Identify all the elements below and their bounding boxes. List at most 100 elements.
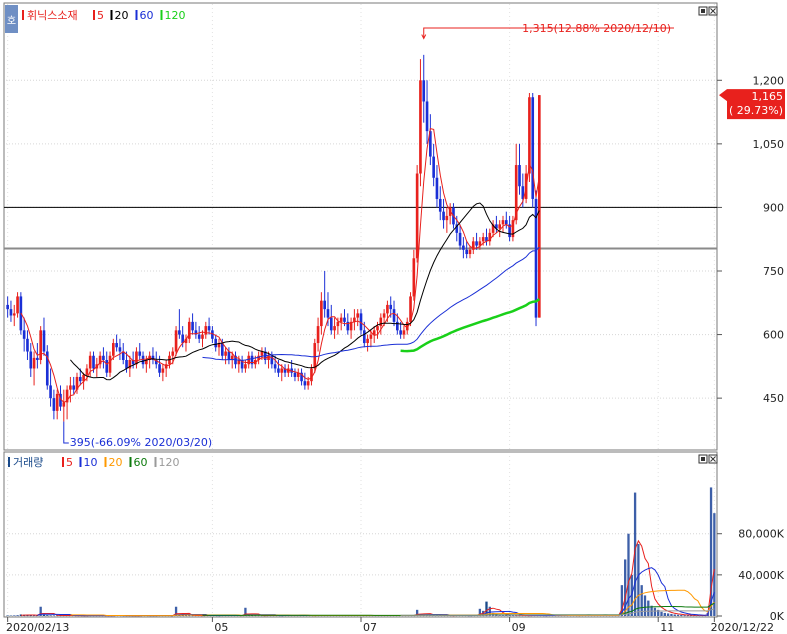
legend-item: 120	[159, 456, 180, 469]
candle-body	[118, 347, 122, 352]
volume-bar	[6, 615, 9, 616]
candle-body	[6, 304, 9, 310]
candle-body	[498, 224, 502, 229]
price-tick-label: 600	[763, 329, 784, 342]
legend-marker	[160, 10, 163, 20]
volume-bar	[16, 615, 19, 616]
candle-body	[379, 317, 383, 327]
price-tick-label: 1,200	[753, 74, 785, 87]
candle-body	[481, 237, 485, 242]
legend-item: 5	[66, 456, 73, 469]
candle-body	[39, 330, 42, 360]
candle-body	[69, 385, 72, 390]
candle-body	[174, 330, 178, 352]
volume-bar	[42, 614, 46, 616]
candle-body	[415, 173, 419, 259]
candle-body	[392, 309, 396, 322]
candle-body	[518, 165, 521, 187]
minimize-icon	[701, 9, 705, 13]
price-tick-label: 750	[763, 265, 784, 278]
volume-bar	[660, 611, 663, 616]
legend-item: 60	[140, 9, 154, 22]
candle-body	[323, 300, 326, 310]
date-tick-label: 07	[363, 621, 377, 634]
candle-body	[531, 97, 535, 199]
candle-body	[78, 376, 82, 382]
legend-marker	[104, 457, 107, 467]
candle-body	[227, 351, 231, 360]
legend-item: 60	[134, 456, 148, 469]
price-panel-frame	[3, 2, 718, 451]
volume-bar	[666, 613, 670, 616]
candle-body	[62, 402, 66, 407]
candle-body	[336, 321, 340, 327]
candle-body	[293, 372, 297, 377]
candle-body	[432, 156, 435, 178]
low-annotation: 395(-66.09% 2020/03/20)	[70, 436, 212, 449]
candle-body	[105, 360, 109, 373]
candle-body	[313, 343, 317, 369]
legend-marker	[22, 10, 24, 20]
candle-body	[197, 334, 201, 339]
volume-bar	[637, 544, 640, 616]
candle-body	[425, 101, 429, 132]
volume-bar	[680, 614, 683, 616]
candle-body	[356, 313, 360, 318]
candle-body	[475, 241, 478, 246]
candle-body	[161, 368, 165, 373]
candle-body	[135, 351, 138, 365]
volume-bar	[673, 614, 676, 616]
volume-bar	[683, 615, 686, 616]
current-price-pointer	[719, 89, 727, 102]
stock-chart: 1,2001,05090075060045080,000K40,000K0K20…	[3, 2, 785, 634]
candle-body	[389, 304, 393, 310]
candle-body	[207, 326, 211, 331]
legend-marker	[110, 10, 113, 20]
date-tick-label: 2020/02/13	[6, 621, 69, 634]
candle-body	[280, 368, 284, 373]
candle-body	[92, 355, 95, 369]
badge-label: 호	[7, 15, 16, 27]
price-tick-label: 1,050	[753, 138, 785, 151]
candle-body	[112, 343, 115, 356]
candle-body	[528, 97, 531, 174]
candle-body	[362, 330, 366, 344]
legend-item: 10	[84, 456, 98, 469]
candle-body	[42, 330, 46, 352]
volume-tick-label: 40,000K	[738, 569, 784, 582]
legend-title: 휘닉스소재	[27, 9, 78, 22]
legend-item: 120	[165, 9, 186, 22]
candle-body	[85, 368, 89, 375]
candle-body	[72, 385, 76, 390]
candle-body	[343, 317, 346, 322]
candle-body	[171, 351, 175, 356]
date-tick-label: 11	[660, 621, 674, 634]
candle-body	[244, 364, 247, 369]
candle-body	[191, 321, 194, 331]
candle-body	[52, 398, 56, 411]
legend-item: 5	[97, 9, 104, 22]
candle-body	[201, 334, 204, 339]
candle-body	[49, 385, 52, 399]
candle-body	[326, 309, 330, 318]
candle-body	[178, 330, 181, 335]
candle-body	[412, 258, 416, 297]
candle-body	[102, 355, 105, 360]
candle-body	[36, 357, 39, 360]
minimize-icon	[701, 457, 705, 461]
candle-body	[138, 351, 142, 356]
current-price-tag: 1,165 ( 29.73%)	[719, 89, 785, 120]
volume-bar	[188, 615, 191, 616]
volume-bar	[653, 607, 657, 616]
candle-body	[339, 317, 343, 322]
candle-body	[224, 351, 227, 356]
candle-body	[141, 355, 145, 365]
legend-marker	[93, 10, 95, 20]
legend-marker	[79, 457, 82, 467]
candle-body	[501, 220, 505, 225]
candle-body	[9, 309, 13, 316]
candle-body	[12, 313, 16, 316]
candle-body	[402, 330, 406, 335]
volume-bar	[676, 614, 680, 616]
volume-bar	[627, 533, 630, 616]
